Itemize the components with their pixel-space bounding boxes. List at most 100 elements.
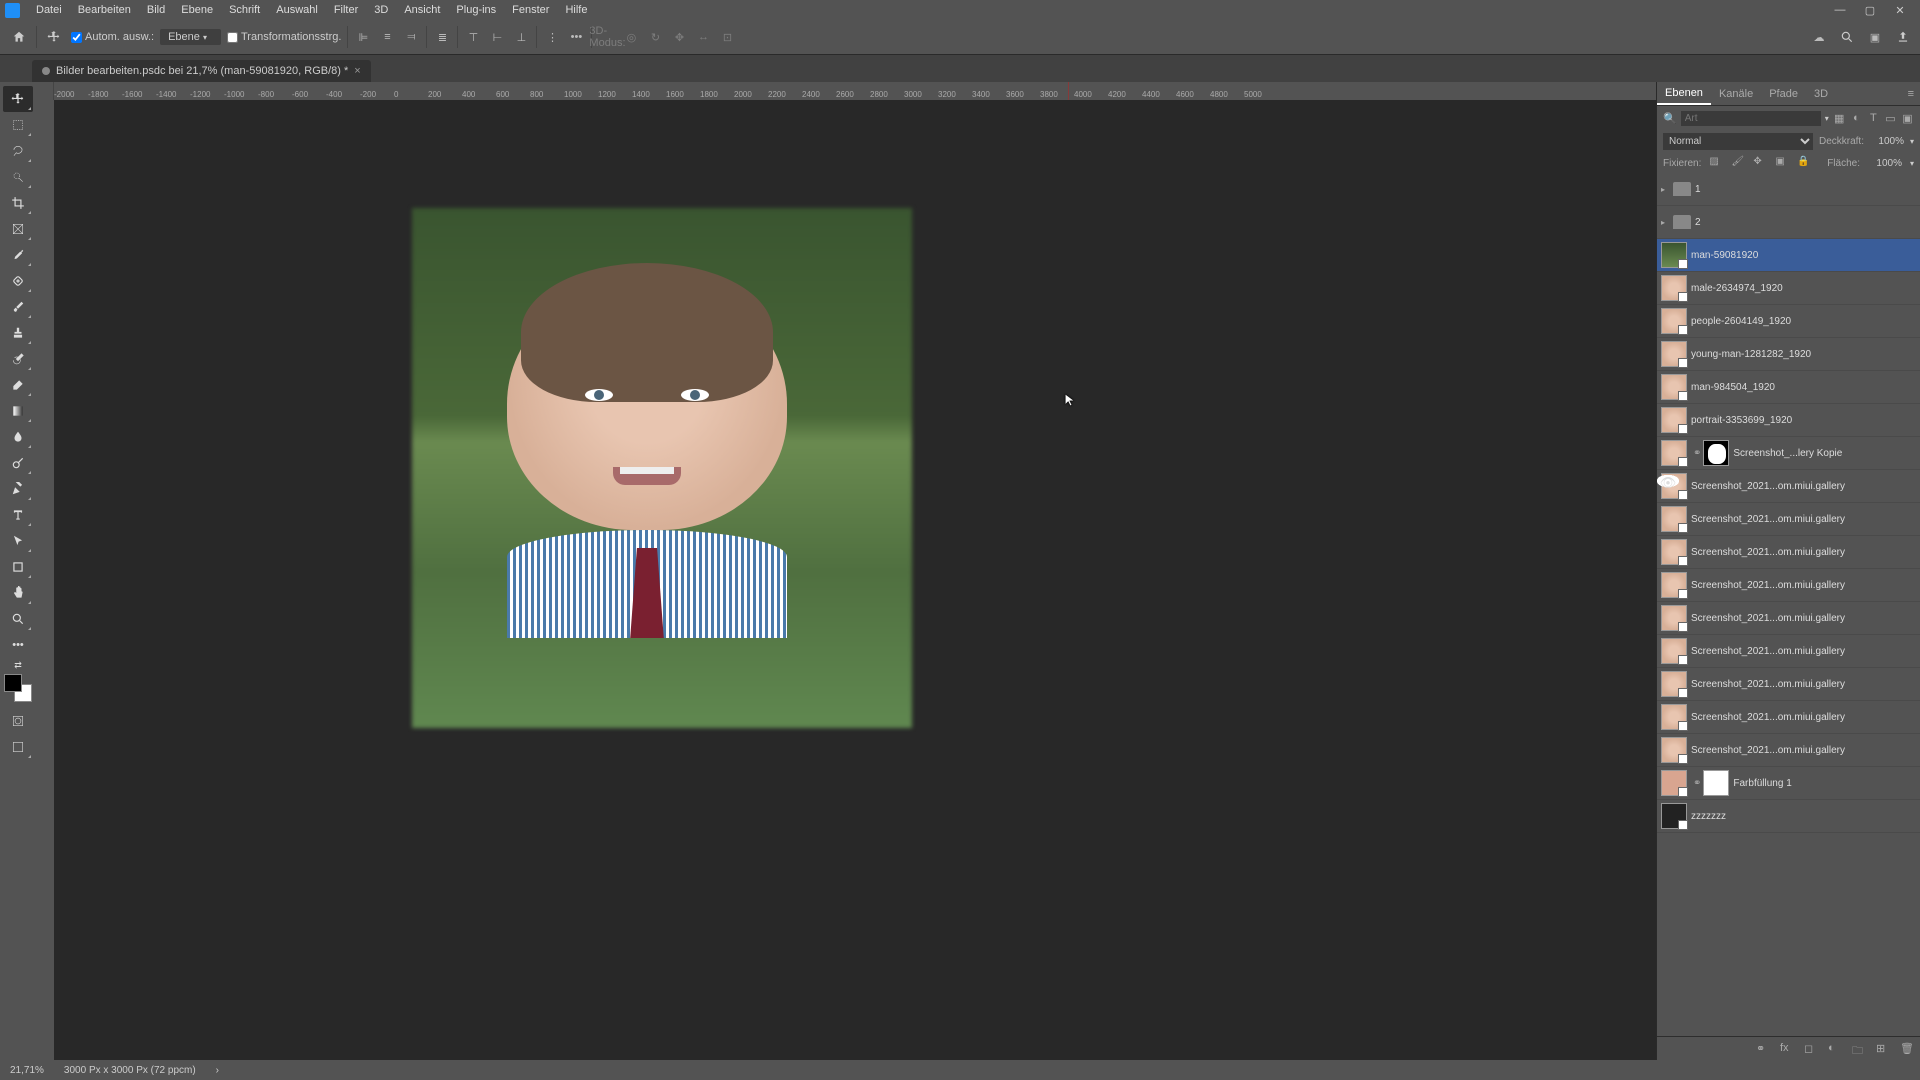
align-left-icon[interactable]: ⊫ <box>354 28 372 46</box>
panel-menu-icon[interactable]: ≡ <box>1902 88 1920 100</box>
layer-thumbnail[interactable] <box>1661 308 1687 334</box>
layer-row[interactable]: portrait-3353699_1920 <box>1657 404 1920 437</box>
lock-position-icon[interactable]: ✥ <box>1753 156 1767 170</box>
layer-thumbnail[interactable] <box>1661 440 1687 466</box>
close-tab-icon[interactable]: × <box>354 65 360 77</box>
link-icon[interactable]: ⚭ <box>1693 778 1701 789</box>
statusbar-arrow-icon[interactable]: › <box>216 1065 219 1076</box>
layer-row[interactable]: 👁man-59081920 <box>1657 239 1920 272</box>
layer-name[interactable]: Screenshot_2021...om.miui.gallery <box>1691 613 1914 624</box>
layer-row[interactable]: man-984504_1920 <box>1657 371 1920 404</box>
shape-tool[interactable] <box>3 554 33 580</box>
color-swatches[interactable] <box>4 674 32 702</box>
tab-3d[interactable]: 3D <box>1806 84 1836 104</box>
align-top-icon[interactable]: ⊤ <box>464 28 482 46</box>
delete-layer-icon[interactable]: 🗑 <box>1900 1042 1914 1056</box>
layer-row[interactable]: Screenshot_2021...om.miui.gallery <box>1657 503 1920 536</box>
color-swap-icon[interactable]: ⇄ <box>3 658 33 672</box>
layer-mask-thumbnail[interactable] <box>1703 770 1729 796</box>
window-maximize[interactable]: ▢ <box>1855 4 1885 17</box>
layer-name[interactable]: young-man-1281282_1920 <box>1691 349 1914 360</box>
lock-pixels-icon[interactable]: 🖌 <box>1731 156 1745 170</box>
menu-window[interactable]: Fenster <box>504 4 557 16</box>
layer-thumbnail[interactable] <box>1661 770 1687 796</box>
dodge-tool[interactable] <box>3 450 33 476</box>
layer-row[interactable]: Screenshot_2021...om.miui.gallery <box>1657 470 1920 503</box>
eyedropper-tool[interactable] <box>3 242 33 268</box>
menu-3d[interactable]: 3D <box>366 4 396 16</box>
quick-select-tool[interactable] <box>3 164 33 190</box>
layer-row[interactable]: Screenshot_2021...om.miui.gallery <box>1657 701 1920 734</box>
layer-name[interactable]: 2 <box>1695 217 1914 228</box>
pen-tool[interactable] <box>3 476 33 502</box>
layer-fx-icon[interactable]: fx <box>1780 1042 1794 1056</box>
layer-row[interactable]: Screenshot_2021...om.miui.gallery <box>1657 536 1920 569</box>
link-icon[interactable]: ⚭ <box>1693 448 1701 459</box>
window-close[interactable]: ✕ <box>1885 4 1915 17</box>
layer-row[interactable]: 👁zzzzzzz <box>1657 800 1920 833</box>
cloud-icon[interactable]: ☁ <box>1810 28 1828 46</box>
menu-filter[interactable]: Filter <box>326 4 366 16</box>
move-tool-icon[interactable] <box>43 26 65 48</box>
workspace-icon[interactable]: ▣ <box>1866 28 1884 46</box>
layer-search-input[interactable] <box>1681 111 1821 126</box>
canvas[interactable] <box>54 100 1656 1060</box>
layer-thumbnail[interactable] <box>1661 374 1687 400</box>
layer-name[interactable]: Screenshot_...lery Kopie <box>1733 448 1914 459</box>
layer-name[interactable]: Screenshot_2021...om.miui.gallery <box>1691 646 1914 657</box>
tab-layers[interactable]: Ebenen <box>1657 83 1711 105</box>
edit-toolbar[interactable]: ••• <box>3 632 33 658</box>
layer-name[interactable]: man-59081920 <box>1691 250 1914 261</box>
hand-tool[interactable] <box>3 580 33 606</box>
link-layers-icon[interactable]: ⚭ <box>1756 1042 1770 1056</box>
tab-channels[interactable]: Kanäle <box>1711 84 1761 104</box>
layer-name[interactable]: Farbfüllung 1 <box>1733 778 1914 789</box>
layer-thumbnail[interactable] <box>1661 737 1687 763</box>
layer-name[interactable]: Screenshot_2021...om.miui.gallery <box>1691 580 1914 591</box>
lock-transparency-icon[interactable]: ▨ <box>1709 156 1723 170</box>
layer-thumbnail[interactable] <box>1661 242 1687 268</box>
filter-type-icon[interactable]: T <box>1867 109 1880 127</box>
filter-shape-icon[interactable]: ▭ <box>1884 109 1897 127</box>
visibility-toggle[interactable]: 👁 <box>1657 475 1679 487</box>
layer-thumbnail[interactable] <box>1661 506 1687 532</box>
filter-adjust-icon[interactable]: ◐ <box>1850 109 1863 127</box>
layer-thumbnail[interactable] <box>1661 803 1687 829</box>
auto-select-mode[interactable]: Ebene ▾ <box>160 29 221 45</box>
zoom-tool[interactable] <box>3 606 33 632</box>
collapse-icon[interactable]: ▸ <box>1657 218 1669 227</box>
layer-name[interactable]: people-2604149_1920 <box>1691 316 1914 327</box>
align-bottom-icon[interactable]: ⊥ <box>512 28 530 46</box>
layer-row[interactable]: ▸2 <box>1657 206 1920 239</box>
more-icon[interactable]: ••• <box>567 28 585 46</box>
layer-row[interactable]: ⚭ Screenshot_...lery Kopie <box>1657 437 1920 470</box>
layer-name[interactable]: male-2634974_1920 <box>1691 283 1914 294</box>
align-middle-icon[interactable]: ⊢ <box>488 28 506 46</box>
lock-artboard-icon[interactable]: ▣ <box>1775 156 1789 170</box>
layer-name[interactable]: Screenshot_2021...om.miui.gallery <box>1691 679 1914 690</box>
menu-plugins[interactable]: Plug-ins <box>448 4 504 16</box>
layer-name[interactable]: 1 <box>1695 184 1914 195</box>
layer-name[interactable]: zzzzzzz <box>1691 811 1914 822</box>
layer-thumbnail[interactable] <box>1661 275 1687 301</box>
layer-name[interactable]: portrait-3353699_1920 <box>1691 415 1914 426</box>
crop-tool[interactable] <box>3 190 33 216</box>
menu-help[interactable]: Hilfe <box>557 4 595 16</box>
search-icon[interactable] <box>1838 28 1856 46</box>
distribute-icon[interactable]: ≣ <box>433 28 451 46</box>
add-adjustment-icon[interactable]: ◐ <box>1828 1042 1842 1056</box>
ruler-horizontal[interactable]: -2000-1800-1600-1400-1200-1000-800-600-4… <box>36 82 1656 100</box>
align-center-h-icon[interactable]: ≡ <box>378 28 396 46</box>
layer-thumbnail[interactable] <box>1661 539 1687 565</box>
layer-mask-thumbnail[interactable] <box>1703 440 1729 466</box>
align-right-icon[interactable]: ⫤ <box>402 28 420 46</box>
tab-paths[interactable]: Pfade <box>1761 84 1806 104</box>
menu-layer[interactable]: Ebene <box>173 4 221 16</box>
filter-smart-icon[interactable]: ▣ <box>1901 109 1914 127</box>
layer-row[interactable]: Screenshot_2021...om.miui.gallery <box>1657 668 1920 701</box>
search-icon[interactable]: 🔍 <box>1663 109 1677 127</box>
layer-name[interactable]: Screenshot_2021...om.miui.gallery <box>1691 514 1914 525</box>
menu-view[interactable]: Ansicht <box>396 4 448 16</box>
move-tool[interactable] <box>3 86 33 112</box>
type-tool[interactable] <box>3 502 33 528</box>
